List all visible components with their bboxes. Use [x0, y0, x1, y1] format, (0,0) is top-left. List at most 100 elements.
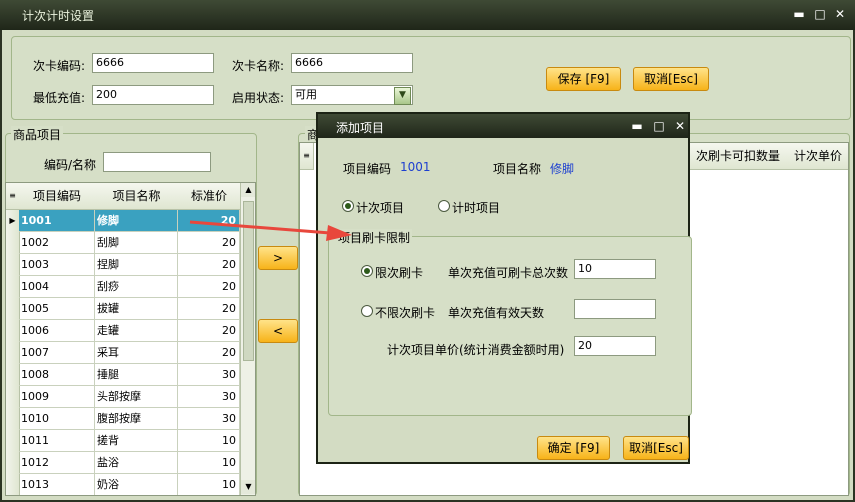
row-indicator[interactable]	[6, 408, 20, 431]
mode-time-radio[interactable]	[438, 200, 450, 212]
chevron-down-icon[interactable]: ▼	[394, 87, 411, 105]
cell-name[interactable]: 盐浴	[95, 452, 178, 474]
cell-price[interactable]: 20	[178, 254, 240, 276]
row-indicator[interactable]	[6, 430, 20, 453]
table-row[interactable]: 1007 采耳 20	[6, 342, 255, 365]
scroll-down-icon[interactable]: ▼	[241, 480, 255, 494]
add-item-button[interactable]: >	[258, 246, 298, 270]
table-row[interactable]: 1010 腹部按摩 30	[6, 408, 255, 431]
cell-code[interactable]: 1013	[19, 474, 95, 495]
row-indicator[interactable]	[6, 342, 20, 365]
table-row[interactable]: 1013 奶浴 10	[6, 474, 255, 495]
column-header-name[interactable]: 项目名称	[95, 183, 179, 210]
remove-item-button[interactable]: <	[258, 319, 298, 343]
mode-count-radio[interactable]	[342, 200, 354, 212]
row-indicator[interactable]	[6, 232, 20, 255]
cell-name[interactable]: 捶腿	[95, 364, 178, 386]
row-indicator[interactable]	[6, 474, 20, 495]
cell-name[interactable]: 修脚	[95, 210, 178, 232]
card-code-label: 次卡编码:	[33, 59, 86, 73]
row-indicator[interactable]	[6, 298, 20, 321]
cell-code[interactable]: 1006	[19, 320, 95, 342]
row-indicator[interactable]	[6, 320, 20, 343]
minimize-icon[interactable]: ▬	[630, 118, 644, 134]
close-icon[interactable]: ✕	[673, 118, 687, 134]
limited-count-input[interactable]: 10	[574, 259, 656, 279]
table-row[interactable]: 1003 捏脚 20	[6, 254, 255, 277]
dialog-title-bar[interactable]: 添加项目 ▬ □ ✕	[318, 114, 688, 138]
dialog-cancel-button[interactable]: 取消[Esc]	[623, 436, 689, 460]
cell-code[interactable]: 1002	[19, 232, 95, 254]
scroll-up-icon[interactable]: ▲	[241, 183, 255, 197]
table-row[interactable]: 1004 刮痧 20	[6, 276, 255, 299]
cell-code[interactable]: 1003	[19, 254, 95, 276]
cell-name[interactable]: 走罐	[95, 320, 178, 342]
cell-name[interactable]: 奶浴	[95, 474, 178, 495]
cell-name[interactable]: 捏脚	[95, 254, 178, 276]
cell-price[interactable]: 10	[178, 430, 240, 452]
cell-price[interactable]: 10	[178, 452, 240, 474]
cell-name[interactable]: 采耳	[95, 342, 178, 364]
column-header-code[interactable]: 项目编码	[19, 183, 96, 210]
table-row[interactable]: 1006 走罐 20	[6, 320, 255, 343]
close-icon[interactable]: ✕	[833, 6, 847, 22]
maximize-icon[interactable]: □	[813, 6, 827, 22]
limited-label[interactable]: 限次刷卡	[375, 264, 423, 281]
table-row[interactable]: 1008 捶腿 30	[6, 364, 255, 387]
cell-name[interactable]: 刮痧	[95, 276, 178, 298]
row-indicator[interactable]: ▶	[6, 210, 20, 233]
cell-price[interactable]: 30	[178, 408, 240, 430]
column-header-unit-price[interactable]: 计次单价	[788, 143, 848, 170]
cancel-button[interactable]: 取消[Esc]	[633, 67, 709, 91]
cell-name[interactable]: 拔罐	[95, 298, 178, 320]
cell-code[interactable]: 1007	[19, 342, 95, 364]
mode-time-label[interactable]: 计时项目	[452, 199, 500, 216]
cell-code[interactable]: 1008	[19, 364, 95, 386]
row-indicator[interactable]	[6, 254, 20, 277]
cell-price[interactable]: 20	[178, 342, 240, 364]
cell-code[interactable]: 1004	[19, 276, 95, 298]
status-select[interactable]: 可用 ▼	[291, 85, 413, 105]
row-indicator[interactable]	[6, 276, 20, 299]
table-row[interactable]: 1011 搓背 10	[6, 430, 255, 453]
cell-code[interactable]: 1001	[19, 210, 95, 232]
cell-price[interactable]: 20	[178, 276, 240, 298]
card-code-input[interactable]: 6666	[92, 53, 214, 73]
cell-code[interactable]: 1010	[19, 408, 95, 430]
table-row[interactable]: 1009 头部按摩 30	[6, 386, 255, 409]
valid-days-input[interactable]	[574, 299, 656, 319]
cell-name[interactable]: 刮脚	[95, 232, 178, 254]
unit-price-input[interactable]: 20	[574, 336, 656, 356]
column-header-deduct-qty[interactable]: 次刷卡可扣数量	[688, 143, 789, 170]
cell-code[interactable]: 1011	[19, 430, 95, 452]
save-button[interactable]: 保存 [F9]	[546, 67, 621, 91]
cell-code[interactable]: 1009	[19, 386, 95, 408]
cell-price[interactable]: 20	[178, 320, 240, 342]
cell-price[interactable]: 20	[178, 298, 240, 320]
cell-price[interactable]: 30	[178, 364, 240, 386]
cell-code[interactable]: 1012	[19, 452, 95, 474]
row-indicator[interactable]	[6, 386, 20, 409]
cell-price[interactable]: 10	[178, 474, 240, 495]
search-input[interactable]	[103, 152, 211, 172]
table-row[interactable]: 1005 拔罐 20	[6, 298, 255, 321]
unlimited-label[interactable]: 不限次刷卡	[375, 304, 435, 321]
cell-price[interactable]: 30	[178, 386, 240, 408]
row-indicator[interactable]	[6, 364, 20, 387]
cell-name[interactable]: 头部按摩	[95, 386, 178, 408]
minimize-icon[interactable]: ▬	[792, 6, 806, 22]
cell-code[interactable]: 1005	[19, 298, 95, 320]
column-header-price[interactable]: 标准价	[178, 183, 241, 210]
row-indicator[interactable]	[6, 452, 20, 475]
mode-count-label[interactable]: 计次项目	[356, 199, 404, 216]
maximize-icon[interactable]: □	[652, 118, 666, 134]
table-row[interactable]: 1012 盐浴 10	[6, 452, 255, 475]
dialog-ok-button[interactable]: 确定 [F9]	[537, 436, 610, 460]
unlimited-radio[interactable]	[361, 305, 373, 317]
limited-radio[interactable]	[361, 265, 373, 277]
cell-name[interactable]: 搓背	[95, 430, 178, 452]
min-recharge-input[interactable]: 200	[92, 85, 214, 105]
window-title-bar[interactable]: 计次计时设置 ▬ □ ✕	[0, 0, 855, 30]
card-name-input[interactable]: 6666	[291, 53, 413, 73]
cell-name[interactable]: 腹部按摩	[95, 408, 178, 430]
